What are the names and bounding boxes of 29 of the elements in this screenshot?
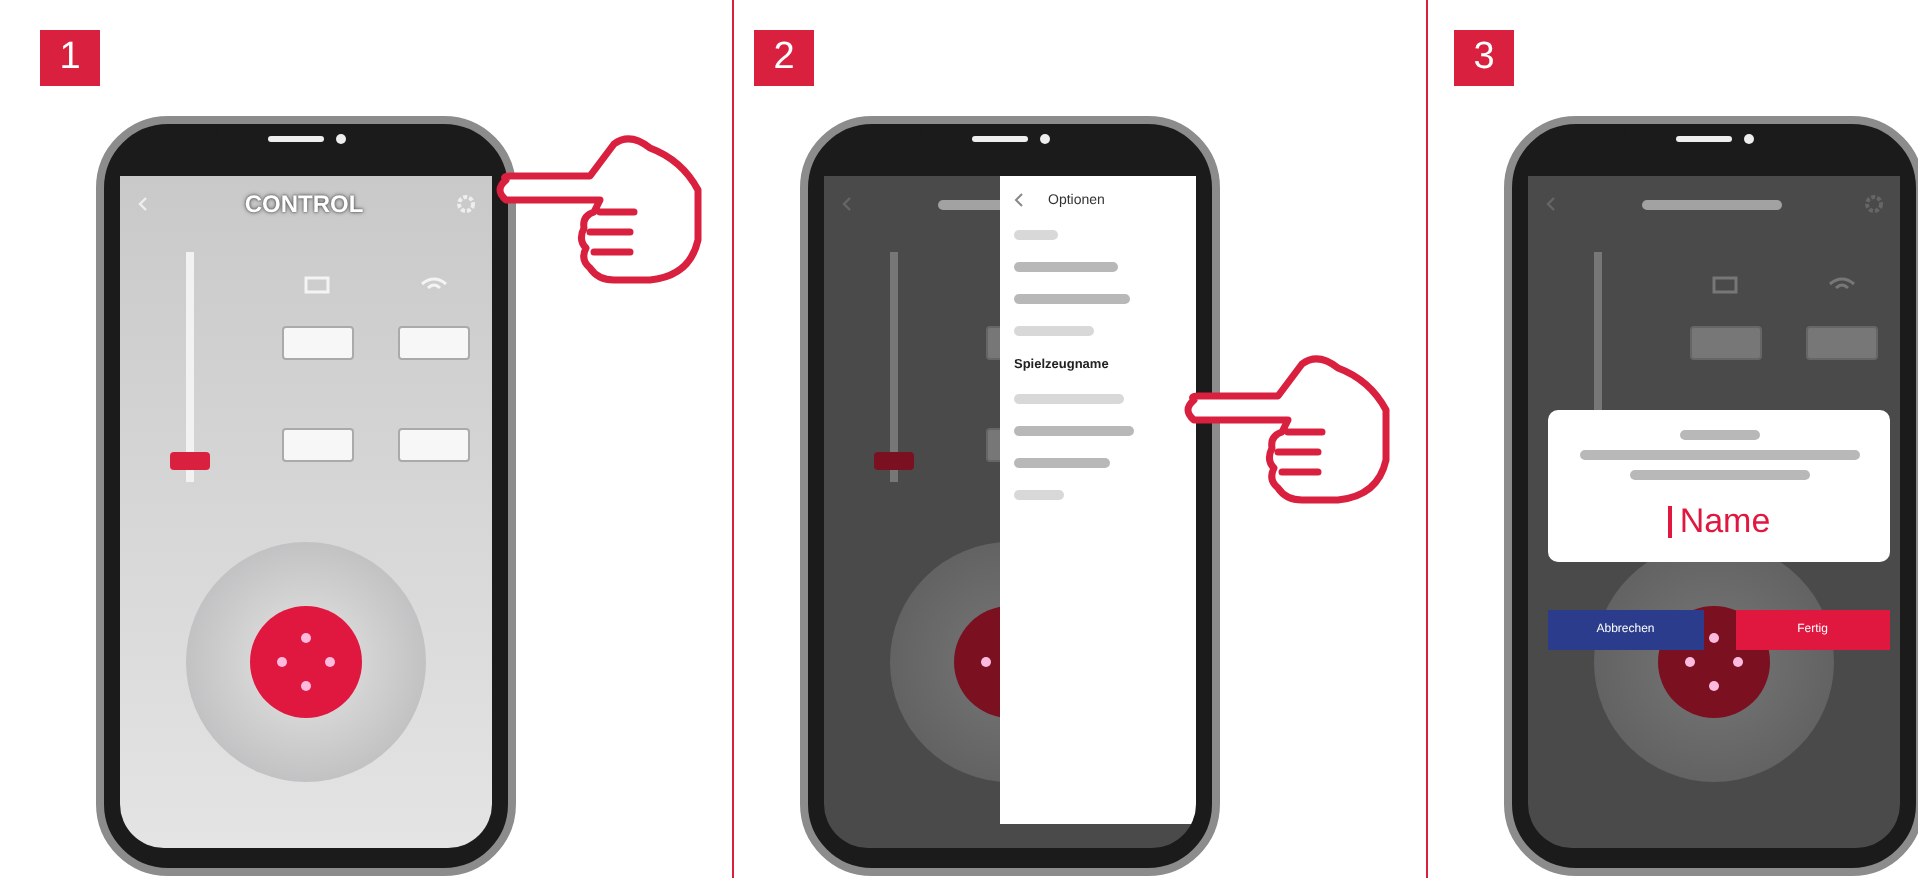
step-number: 2	[754, 30, 814, 86]
wifi-icon	[420, 276, 448, 294]
illegible-text	[1014, 294, 1130, 304]
joystick-knob-icon[interactable]	[250, 606, 362, 718]
wifi-icon	[1828, 276, 1856, 294]
illegible-text	[1014, 326, 1094, 336]
illegible-text	[1642, 199, 1782, 209]
control-button[interactable]	[282, 326, 354, 360]
illegible-text	[1014, 262, 1118, 272]
step-number: 3	[1454, 30, 1514, 86]
illegible-text	[1014, 426, 1134, 436]
control-button[interactable]	[1690, 326, 1762, 360]
settings-icon[interactable]	[1864, 194, 1884, 214]
control-button[interactable]	[282, 428, 354, 462]
name-field[interactable]: Name	[1655, 502, 1783, 542]
battery-icon	[304, 276, 332, 294]
step-number: 1	[40, 30, 100, 86]
slider-thumb[interactable]	[170, 452, 210, 471]
control-button[interactable]	[398, 326, 470, 360]
app-title: CONTROL	[244, 190, 364, 218]
illegible-text	[1679, 430, 1759, 440]
control-button[interactable]	[1806, 326, 1878, 360]
illegible-text	[1014, 394, 1124, 404]
illegible-text	[1014, 490, 1064, 500]
illegible-text	[1014, 458, 1110, 468]
illegible-text	[1014, 230, 1058, 240]
slider-thumb[interactable]	[874, 452, 914, 471]
battery-icon	[1712, 276, 1740, 294]
control-button[interactable]	[398, 428, 470, 462]
